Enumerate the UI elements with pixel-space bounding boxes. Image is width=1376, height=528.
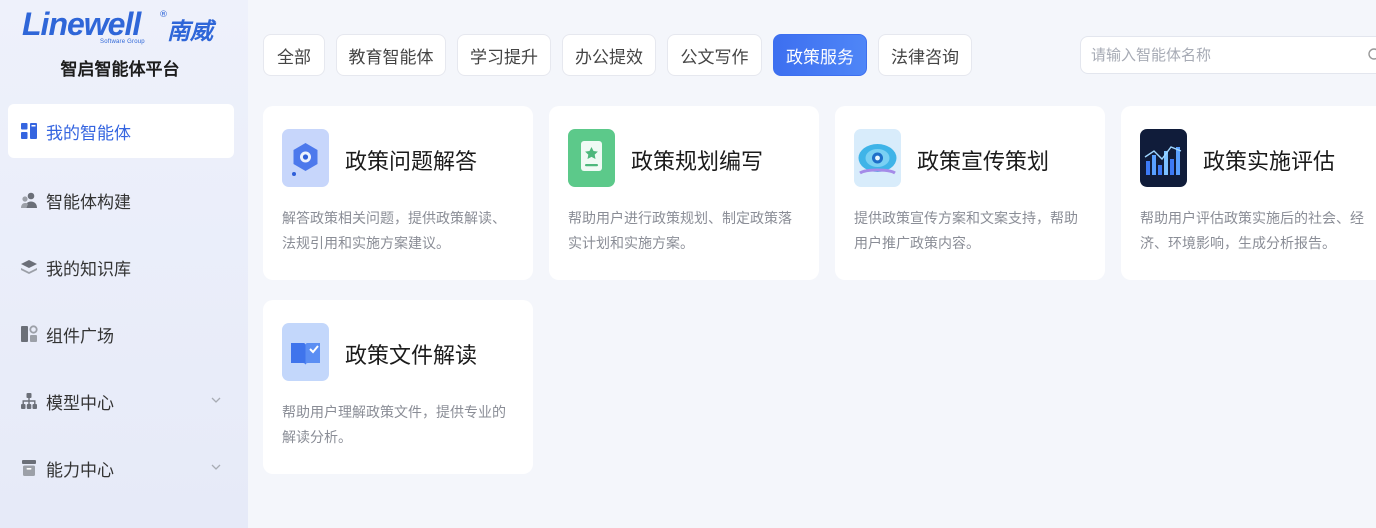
card-description: 帮助用户进行政策规划、制定政策落实计划和实施方案。 <box>568 211 792 252</box>
card-description: 解答政策相关问题，提供政策解读、法规引用和实施方案建议。 <box>282 211 506 252</box>
sidebar-item-knowledge-base[interactable]: 我的知识库 <box>8 240 234 294</box>
users-icon <box>20 191 38 209</box>
search-input[interactable] <box>1091 37 1361 73</box>
sidebar-item-label: 智能体构建 <box>46 192 131 213</box>
policy-doc-icon <box>282 323 329 381</box>
search-box <box>1080 36 1376 74</box>
sidebar: Linewell ® 南威 Software Group 智启智能体平台 我的智… <box>0 0 248 528</box>
sidebar-item-label: 模型中心 <box>46 393 114 414</box>
box-icon <box>20 459 38 477</box>
sidebar-item-label: 能力中心 <box>46 460 114 481</box>
card-title: 政策宣传策划 <box>917 150 1050 175</box>
sidebar-item-label: 我的知识库 <box>46 259 131 280</box>
agent-card-policy-promo[interactable]: 政策宣传策划 提供政策宣传方案和文案支持，帮助用户推广政策内容。 <box>835 106 1105 280</box>
agent-card-policy-doc[interactable]: 政策文件解读 帮助用户理解政策文件，提供专业的解读分析。 <box>263 300 533 474</box>
chevron-down-icon[interactable] <box>210 461 222 473</box>
sidebar-item-my-agents[interactable]: 我的智能体 <box>8 104 234 158</box>
sidebar-item-model-center[interactable]: 模型中心 <box>8 374 234 428</box>
card-description: 帮助用户评估政策实施后的社会、经济、环境影响，生成分析报告。 <box>1140 211 1364 252</box>
chevron-down-icon[interactable] <box>210 394 222 406</box>
layers-icon <box>20 258 38 276</box>
grid-icon <box>20 122 38 140</box>
agent-card-policy-eval[interactable]: 政策实施评估 帮助用户评估政策实施后的社会、经济、环境影响，生成分析报告。 <box>1121 106 1376 280</box>
card-title: 政策规划编写 <box>631 150 764 175</box>
tab-policy-service[interactable]: 政策服务 <box>773 34 867 76</box>
tab-all[interactable]: 全部 <box>263 34 325 76</box>
tab-office-efficiency[interactable]: 办公提效 <box>562 34 656 76</box>
components-icon <box>20 325 38 343</box>
sidebar-item-capability-center[interactable]: 能力中心 <box>8 441 234 495</box>
hierarchy-icon <box>20 392 38 410</box>
tab-learning[interactable]: 学习提升 <box>457 34 551 76</box>
card-description: 帮助用户理解政策文件，提供专业的解读分析。 <box>282 405 506 446</box>
logo-cn-text: 南威 <box>167 19 213 45</box>
tab-education-agent[interactable]: 教育智能体 <box>336 34 446 76</box>
agent-card-policy-plan[interactable]: 政策规划编写 帮助用户进行政策规划、制定政策落实计划和实施方案。 <box>549 106 819 280</box>
logo-subtitle: Software Group <box>100 39 145 45</box>
search-icon[interactable] <box>1367 47 1376 63</box>
sidebar-item-components[interactable]: 组件广场 <box>8 307 234 361</box>
sidebar-item-agent-build[interactable]: 智能体构建 <box>8 173 234 227</box>
sidebar-item-label: 组件广场 <box>46 326 114 347</box>
logo-text: Linewell <box>22 6 141 42</box>
brand-logo[interactable]: Linewell ® 南威 Software Group <box>22 6 222 50</box>
policy-promo-icon <box>854 129 901 187</box>
card-title: 政策问题解答 <box>345 150 478 175</box>
card-description: 提供政策宣传方案和文案支持，帮助用户推广政策内容。 <box>854 211 1078 252</box>
policy-qa-icon <box>282 129 329 187</box>
tab-document-writing[interactable]: 公文写作 <box>667 34 762 76</box>
card-title: 政策实施评估 <box>1203 150 1336 175</box>
sidebar-item-label: 我的智能体 <box>46 123 131 144</box>
policy-plan-icon <box>568 129 615 187</box>
tab-legal-consulting[interactable]: 法律咨询 <box>878 34 972 76</box>
agent-card-policy-qa[interactable]: 政策问题解答 解答政策相关问题，提供政策解读、法规引用和实施方案建议。 <box>263 106 533 280</box>
platform-title: 智启智能体平台 <box>60 60 180 80</box>
card-title: 政策文件解读 <box>345 344 478 369</box>
policy-eval-icon <box>1140 129 1187 187</box>
